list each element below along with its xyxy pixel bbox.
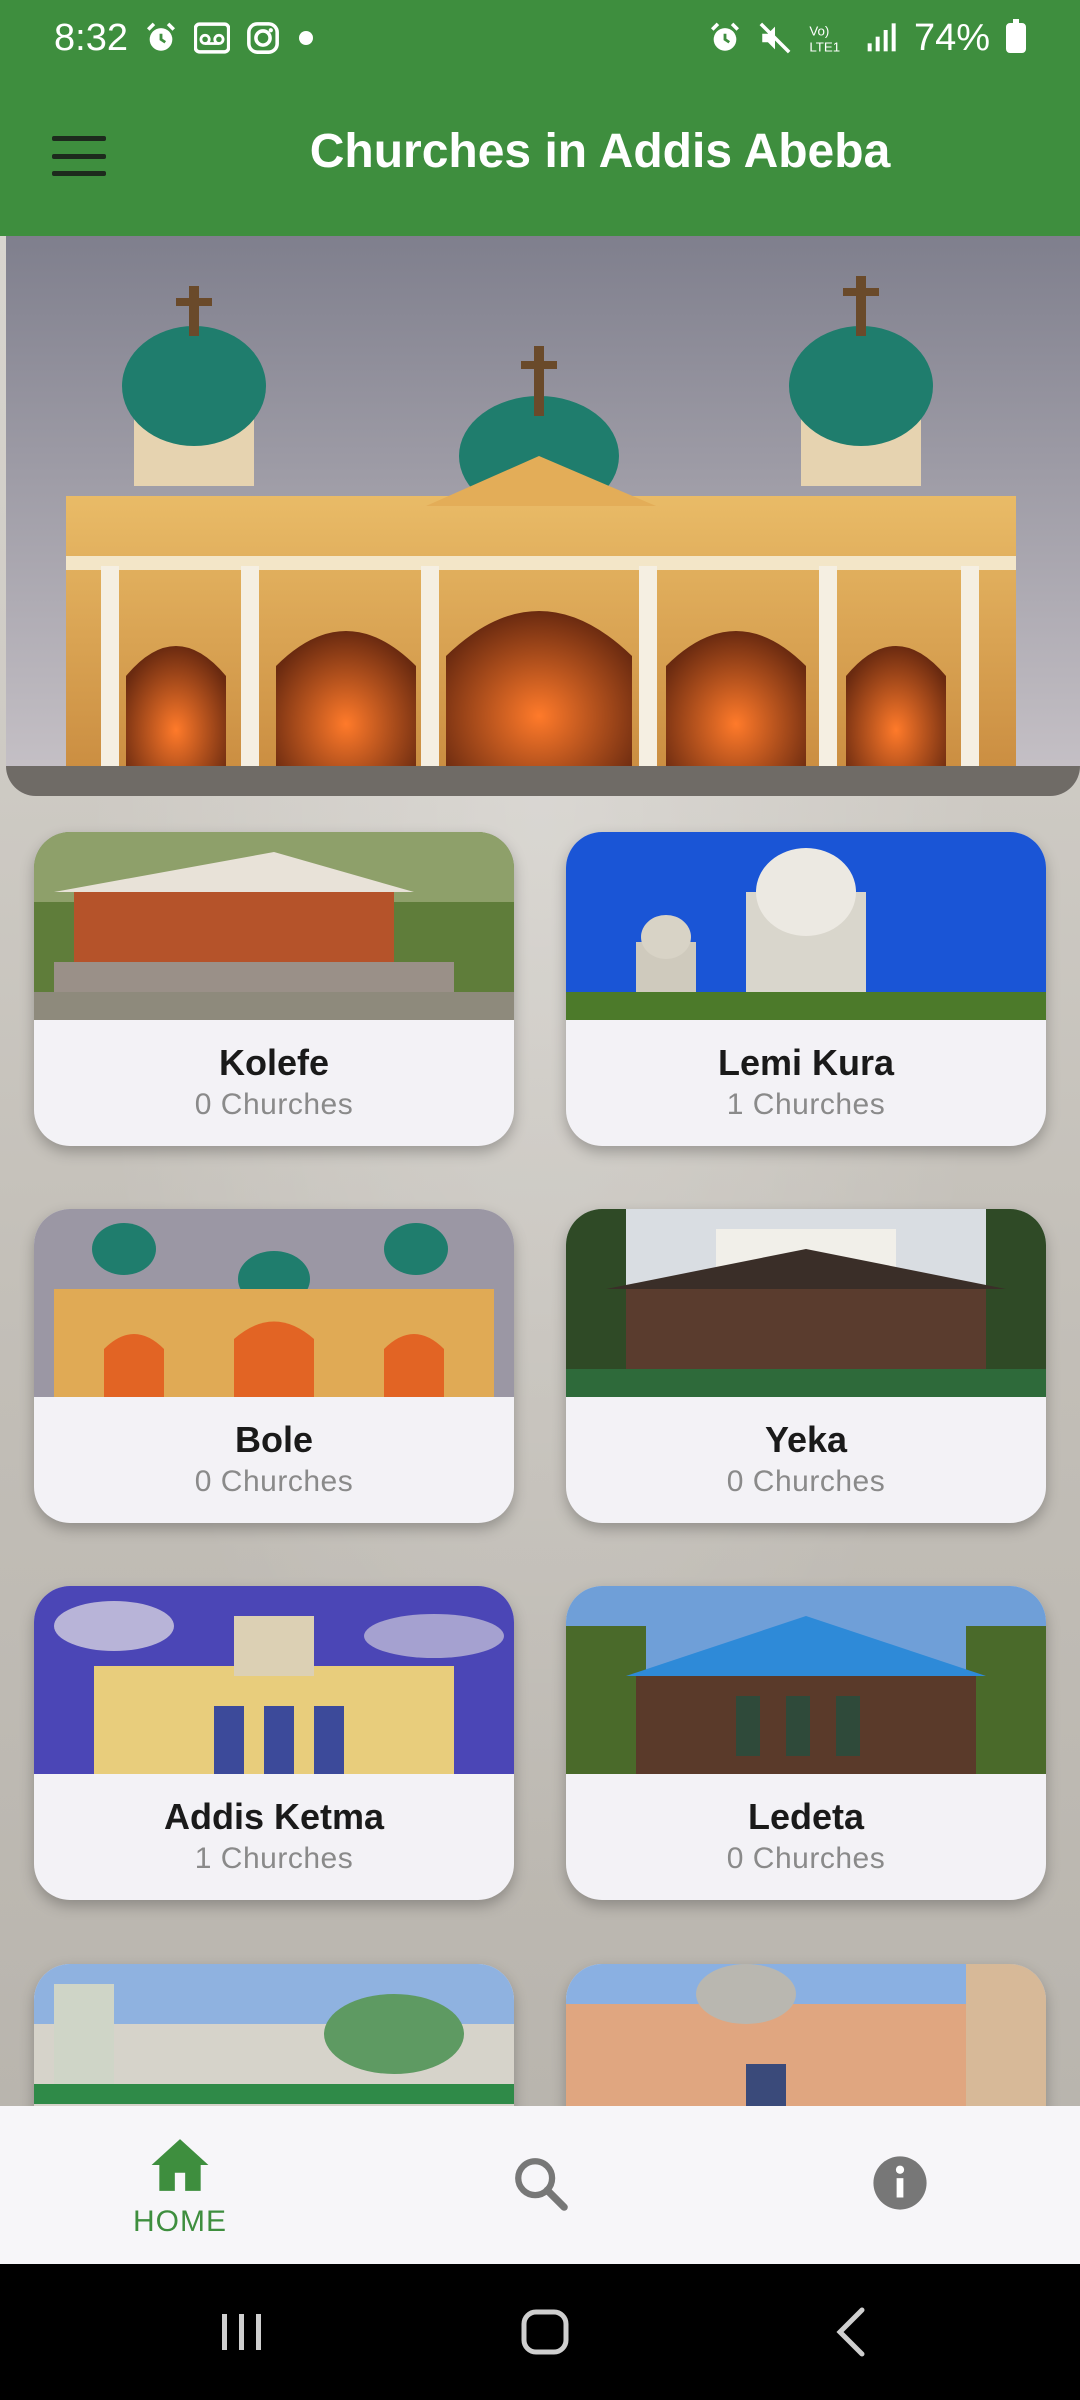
card-count: 0 Churches <box>726 1842 886 1875</box>
card-title: Kolefe <box>218 1042 330 1083</box>
district-card-ledeta[interactable]: Ledeta 0 Churches <box>566 1586 1046 1900</box>
volte-icon: Vo) LTE1 <box>808 21 848 55</box>
dot-icon <box>296 28 316 48</box>
nav-item-info[interactable] <box>790 2106 1010 2264</box>
card-image <box>34 1586 514 1774</box>
card-image <box>34 1209 514 1397</box>
recent-apps-button[interactable] <box>162 2264 322 2400</box>
battery-icon <box>1006 19 1026 53</box>
card-count: 0 Churches <box>726 1465 886 1498</box>
signal-icon <box>864 22 898 54</box>
card-image <box>34 832 514 1020</box>
card-title: Yeka <box>764 1419 848 1460</box>
status-right: Vo) LTE1 74% <box>708 17 1026 60</box>
home-button[interactable] <box>464 2264 624 2400</box>
svg-text:Vo): Vo) <box>809 23 829 38</box>
alarm-icon <box>144 21 178 55</box>
card-title: Bole <box>234 1419 313 1460</box>
district-card-lemi-kura[interactable]: Lemi Kura 1 Churches <box>566 832 1046 1146</box>
back-button[interactable] <box>770 2264 930 2400</box>
nav-item-search[interactable] <box>430 2106 650 2264</box>
battery-percent: 74% <box>913 16 990 59</box>
district-card-kolefe[interactable]: Kolefe 0 Churches <box>34 832 514 1146</box>
card-title: Lemi Kura <box>717 1042 895 1083</box>
system-navigation-bar <box>0 2264 1080 2400</box>
nav-label-home: HOME <box>133 2205 227 2238</box>
instagram-icon <box>246 21 280 55</box>
app-bar: Churches in Addis Abeba <box>0 76 1080 236</box>
home-icon <box>151 2139 209 2191</box>
mute-icon <box>758 21 792 55</box>
card-count: 0 Churches <box>194 1465 354 1498</box>
back-icon <box>836 2307 865 2357</box>
info-icon <box>873 2156 927 2210</box>
card-count: 1 Churches <box>194 1842 354 1875</box>
voicemail-icon <box>193 22 230 54</box>
nav-item-home[interactable]: HOME <box>70 2106 290 2264</box>
card-count: 0 Churches <box>194 1088 354 1121</box>
app-screen: 8:32 Vo) LTE1 74% Churches in Addis Abeb… <box>0 0 1080 2400</box>
status-left: 8:32 <box>54 17 316 60</box>
home-circle-icon <box>521 2309 569 2355</box>
district-card-addis-ketma[interactable]: Addis Ketma 1 Churches <box>34 1586 514 1900</box>
svg-text:LTE1: LTE1 <box>809 39 840 54</box>
hero-church-image <box>6 236 1080 796</box>
card-count: 1 Churches <box>726 1088 886 1121</box>
card-title: Addis Ketma <box>163 1796 385 1837</box>
search-icon <box>515 2158 568 2211</box>
card-image <box>566 1586 1046 1774</box>
bottom-navigation: HOME <box>0 2106 1080 2264</box>
page-title: Churches in Addis Abeba <box>309 125 891 178</box>
status-bar: 8:32 Vo) LTE1 74% <box>0 0 1080 76</box>
status-time: 8:32 <box>54 16 128 59</box>
card-image <box>566 1209 1046 1397</box>
hero-church-illustration <box>6 236 1080 796</box>
district-card-yeka[interactable]: Yeka 0 Churches <box>566 1209 1046 1523</box>
alarm-icon <box>708 21 742 55</box>
recent-apps-icon <box>222 2314 261 2350</box>
card-title: Ledeta <box>747 1796 865 1837</box>
card-image <box>566 832 1046 1020</box>
district-card-bole[interactable]: Bole 0 Churches <box>34 1209 514 1523</box>
